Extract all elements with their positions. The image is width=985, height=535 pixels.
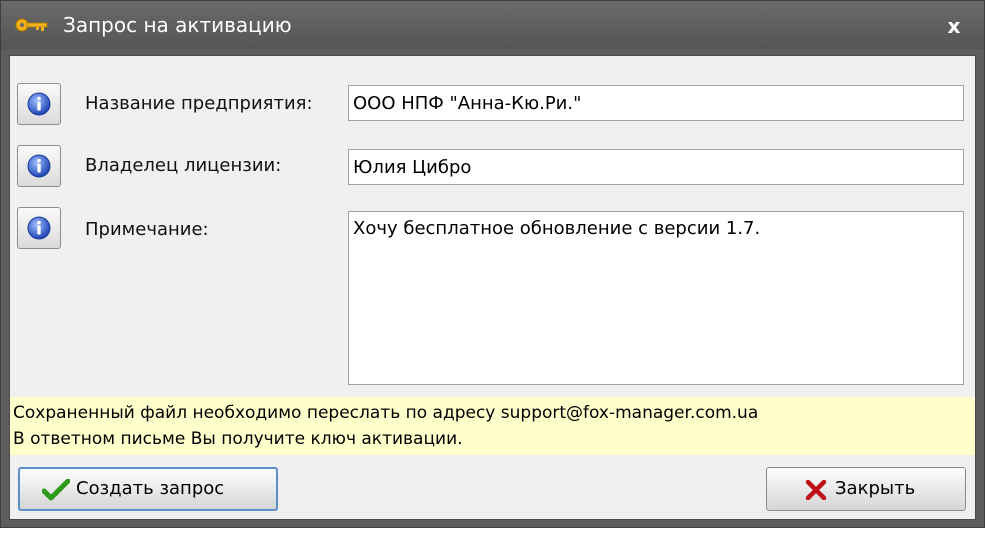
window-close-button[interactable]: x <box>938 11 970 41</box>
x-icon <box>805 480 827 500</box>
create-request-label: Создать запрос <box>76 478 225 499</box>
notice-line-1: Сохраненный файл необходимо переслать по… <box>13 403 759 423</box>
company-input[interactable] <box>348 85 964 121</box>
close-button[interactable]: Закрыть <box>766 467 966 511</box>
info-icon <box>27 154 51 178</box>
company-label: Название предприятия: <box>85 93 313 114</box>
close-label: Закрыть <box>835 478 916 499</box>
info-icon <box>27 92 51 116</box>
title-bar[interactable]: Запрос на активацию x <box>1 1 984 49</box>
note-info-button[interactable] <box>17 207 61 249</box>
create-request-button[interactable]: Создать запрос <box>18 467 278 511</box>
window-title: Запрос на активацию <box>63 13 292 37</box>
owner-info-button[interactable] <box>17 145 61 187</box>
note-textarea[interactable]: Хочу бесплатное обновление с версии 1.7. <box>348 211 964 385</box>
notice-line-2: В ответном письме Вы получите ключ актив… <box>13 429 463 449</box>
activation-dialog: Запрос на активацию x Название предприят… <box>0 0 985 528</box>
note-label: Примечание: <box>85 219 209 240</box>
dialog-body: Название предприятия: Владелец лицензии:… <box>9 55 976 520</box>
company-info-button[interactable] <box>17 83 61 125</box>
notice-panel: Сохраненный файл необходимо переслать по… <box>10 397 975 455</box>
info-icon <box>27 216 51 240</box>
owner-input[interactable] <box>348 149 964 185</box>
key-icon <box>15 18 48 32</box>
checkmark-icon <box>42 479 70 501</box>
owner-label: Владелец лицензии: <box>85 155 282 176</box>
